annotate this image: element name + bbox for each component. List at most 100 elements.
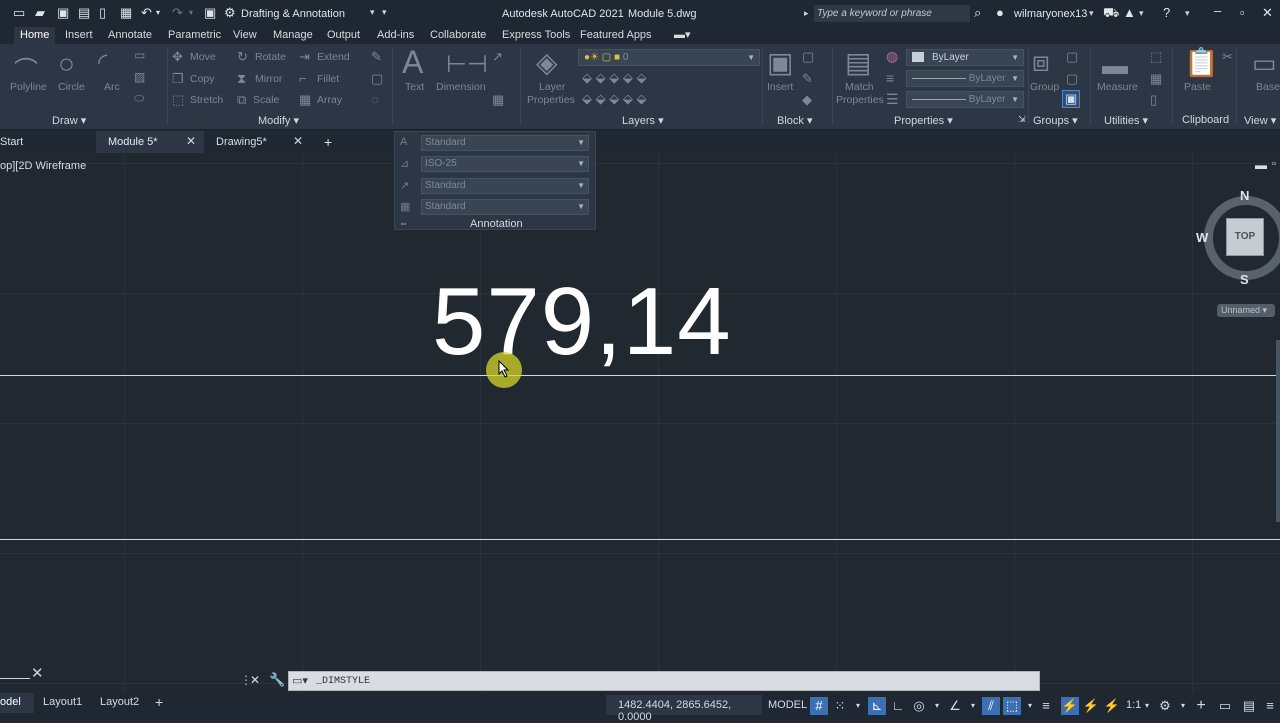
tab-view[interactable]: View: [233, 27, 257, 44]
minimize-icon[interactable]: –: [1214, 4, 1221, 18]
layer-properties-label-1[interactable]: Layer: [539, 81, 565, 93]
osnap-dropdown-icon[interactable]: ▾: [964, 697, 982, 715]
redo-icon[interactable]: ↷: [172, 6, 183, 20]
layer-tools-row2-icon[interactable]: ⬙ ⬙ ⬙ ⬙ ⬙: [582, 91, 646, 107]
move-icon[interactable]: ✥: [172, 49, 183, 65]
erase-icon[interactable]: ✎: [371, 49, 382, 65]
ribbon-toggle-icon[interactable]: ▬▾: [674, 27, 691, 44]
snap-dropdown-icon[interactable]: ▾: [849, 697, 867, 715]
annotation-monitor-icon[interactable]: +: [1192, 697, 1210, 715]
circle-label[interactable]: Circle: [58, 81, 85, 93]
app-dropdown-icon[interactable]: ▾: [1139, 8, 1144, 19]
scale-label[interactable]: Scale: [253, 94, 279, 106]
help-dropdown-icon[interactable]: ▾: [1185, 8, 1190, 19]
scale-dropdown-icon[interactable]: ▾: [1138, 697, 1156, 715]
mirror-label[interactable]: Mirror: [255, 73, 282, 85]
command-line-input[interactable]: ▭▾ _DIMSTYLE: [288, 671, 1040, 691]
search-input[interactable]: Type a keyword or phrase: [814, 5, 970, 22]
coordinates-display[interactable]: 1482.4404, 2865.6452, 0.0000: [606, 695, 762, 723]
close-icon[interactable]: ✕: [186, 134, 196, 148]
extend-icon[interactable]: ⇥: [299, 49, 310, 65]
polyline-label[interactable]: Polyline: [10, 81, 47, 93]
model-space-toggle[interactable]: MODEL: [768, 699, 807, 711]
group-icon[interactable]: ⧈: [1032, 46, 1050, 79]
panel-annotation-label[interactable]: Annotation: [470, 218, 523, 230]
rotate-label[interactable]: Rotate: [255, 51, 286, 63]
panel-draw[interactable]: Draw ▾: [52, 114, 86, 127]
panel-modify[interactable]: Modify ▾: [258, 114, 299, 127]
tab-drawing5[interactable]: Drawing5* ✕: [206, 131, 314, 153]
array-label[interactable]: Array: [317, 94, 342, 106]
tab-collaborate[interactable]: Collaborate: [430, 27, 486, 44]
units-icon[interactable]: ▭: [1216, 697, 1234, 715]
auto-scale-icon[interactable]: ⚡: [1082, 697, 1100, 715]
user-dropdown-icon[interactable]: ▾: [1089, 8, 1094, 19]
user-name[interactable]: wilmaryonex13: [1014, 8, 1087, 20]
tab-layout1[interactable]: Layout1: [43, 696, 82, 708]
tab-model[interactable]: odel: [0, 693, 34, 713]
tab-layout2[interactable]: Layout2: [100, 696, 139, 708]
panel-view[interactable]: View ▾: [1244, 114, 1276, 127]
hardware-acceleration-icon[interactable]: ▤: [1240, 697, 1258, 715]
base-label[interactable]: Base: [1256, 81, 1280, 93]
copy-label[interactable]: Copy: [190, 73, 215, 85]
viewport-restore-icon[interactable]: ▫: [1272, 158, 1276, 170]
match-properties-icon[interactable]: ▤: [845, 46, 871, 79]
dimension-text[interactable]: 579,14: [432, 272, 732, 372]
dimension-icon[interactable]: ⊢⊣: [446, 50, 488, 79]
search-icon[interactable]: ⌕: [974, 6, 981, 20]
tab-insert[interactable]: Insert: [65, 27, 93, 44]
text-icon[interactable]: A: [402, 44, 423, 81]
save-icon[interactable]: ▣: [57, 6, 69, 20]
workspace-gear-icon[interactable]: ⚙: [1156, 697, 1174, 715]
share-icon[interactable]: ▣: [204, 6, 216, 20]
annotation-scale-icon[interactable]: ⚡: [1103, 697, 1121, 715]
leader-icon[interactable]: ↗: [492, 49, 503, 65]
workspace-dropdown-icon[interactable]: ▾: [1174, 697, 1192, 715]
match-properties-label-1[interactable]: Match: [845, 81, 874, 93]
undo-icon[interactable]: ↶: [141, 6, 152, 20]
layer-dropdown[interactable]: ●☀ ▢ ■ 0 ▼: [578, 49, 760, 66]
circle-icon[interactable]: ○: [58, 48, 75, 80]
table-style-dropdown[interactable]: Standard ▼: [421, 199, 589, 215]
tab-annotate[interactable]: Annotate: [108, 27, 152, 44]
create-block-icon[interactable]: ▢: [802, 49, 814, 65]
linetype-icon[interactable]: ☰: [886, 91, 899, 108]
ucs-menu[interactable]: Unnamed ▾: [1217, 304, 1275, 317]
calculator-icon[interactable]: ▦: [1150, 71, 1162, 87]
autodesk-app-icon[interactable]: ▲: [1123, 6, 1136, 20]
move-label[interactable]: Move: [190, 51, 216, 63]
layer-tools-row1-icon[interactable]: ⬙ ⬙ ⬙ ⬙ ⬙: [582, 70, 646, 86]
mirror-icon[interactable]: ⧗: [237, 71, 246, 87]
viewcube[interactable]: N W S TOP: [1196, 188, 1280, 287]
lineweight-dropdown[interactable]: ByLayer ▼: [906, 70, 1024, 87]
new-file-icon[interactable]: ▭: [13, 6, 25, 20]
layer-properties-icon[interactable]: ◈: [536, 46, 558, 79]
chevron-right-icon[interactable]: ▸: [804, 8, 809, 19]
panel-utilities[interactable]: Utilities ▾: [1104, 114, 1148, 127]
command-line-handle[interactable]: ⋮ ✕ 🔧: [239, 671, 289, 691]
close-icon[interactable]: ✕: [293, 134, 303, 148]
stretch-icon[interactable]: ⬚: [172, 92, 184, 108]
grid-icon[interactable]: #: [810, 697, 828, 715]
panel-block[interactable]: Block ▾: [777, 114, 812, 127]
cart-icon[interactable]: ⛟: [1103, 6, 1119, 20]
isodraft-icon[interactable]: ◎: [910, 697, 928, 715]
drawing-canvas[interactable]: [0, 153, 1280, 693]
insert-label[interactable]: Insert: [767, 81, 793, 93]
color-wheel-icon[interactable]: ◍: [886, 48, 898, 65]
save-as-icon[interactable]: ▤: [78, 6, 90, 20]
tab-featured-apps[interactable]: Featured Apps: [580, 27, 652, 44]
polyline-icon[interactable]: ⌒: [14, 50, 38, 85]
fillet-label[interactable]: Fillet: [317, 73, 339, 85]
publish-icon[interactable]: ▯: [99, 6, 106, 20]
user-icon[interactable]: ●: [996, 6, 1004, 20]
color-dropdown[interactable]: ByLayer ▼: [906, 49, 1024, 66]
copy-icon[interactable]: ❐: [172, 71, 184, 87]
panel-groups[interactable]: Groups ▾: [1033, 114, 1078, 127]
dynamic-ucs-icon[interactable]: ≡: [1037, 697, 1055, 715]
ungroup-icon[interactable]: ▢: [1066, 49, 1078, 65]
rectangle-icon[interactable]: ▭: [134, 48, 145, 62]
arc-icon[interactable]: ◜: [98, 48, 107, 77]
paste-icon[interactable]: 📋: [1184, 46, 1219, 79]
